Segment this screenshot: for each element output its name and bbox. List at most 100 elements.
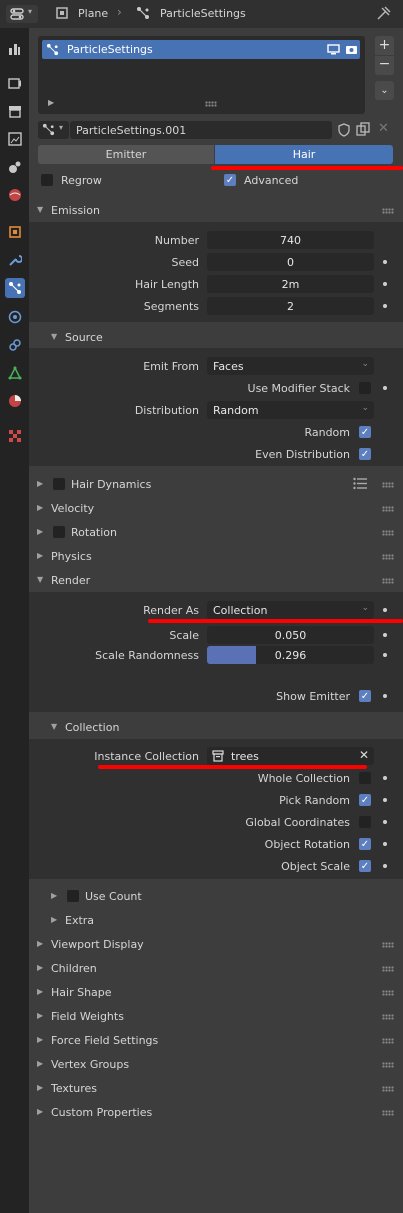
- use-count-subpanel-header[interactable]: ▶ Use Count: [29, 885, 403, 907]
- segments-field[interactable]: 2: [207, 297, 374, 315]
- pick-random-checkbox[interactable]: ✓: [359, 794, 371, 806]
- force-field-settings-panel-header[interactable]: ▶ Force Field Settings: [29, 1029, 403, 1051]
- tab-hair[interactable]: Hair: [215, 145, 393, 164]
- tab-emitter[interactable]: Emitter: [38, 145, 214, 164]
- vertex-groups-panel-header[interactable]: ▶ Vertex Groups: [29, 1053, 403, 1075]
- tab-scene[interactable]: [5, 157, 25, 177]
- keyframe-dot-icon[interactable]: [383, 776, 387, 780]
- drag-grip-icon[interactable]: [382, 578, 394, 584]
- drag-grip-icon[interactable]: [382, 1086, 394, 1092]
- keyframe-dot-icon[interactable]: [383, 260, 387, 264]
- textures-panel-header[interactable]: ▶ Textures: [29, 1077, 403, 1099]
- tab-modifiers[interactable]: [5, 250, 25, 270]
- instance-collection-field[interactable]: trees ✕: [207, 747, 374, 765]
- random-checkbox[interactable]: ✓: [359, 426, 371, 438]
- global-coordinates-checkbox[interactable]: [359, 816, 371, 828]
- use-modifier-stack-checkbox[interactable]: [359, 382, 371, 394]
- children-panel-header[interactable]: ▶ Children: [29, 957, 403, 979]
- keyframe-dot-icon[interactable]: [383, 608, 387, 612]
- keyframe-dot-icon[interactable]: [383, 694, 387, 698]
- pin-icon[interactable]: [377, 6, 391, 20]
- emit-from-dropdown[interactable]: Faces ⌄: [207, 357, 374, 375]
- datablock-name-field[interactable]: ParticleSettings.001: [70, 121, 332, 139]
- rotation-checkbox[interactable]: [53, 526, 65, 538]
- list-expand-icon[interactable]: ▶: [48, 98, 54, 107]
- custom-properties-panel-header[interactable]: ▶ Custom Properties: [29, 1101, 403, 1123]
- hair-dynamics-checkbox[interactable]: [53, 478, 65, 490]
- tab-tool[interactable]: [5, 39, 25, 59]
- keyframe-dot-icon[interactable]: [383, 304, 387, 308]
- use-count-checkbox[interactable]: [67, 890, 79, 902]
- presets-list-icon[interactable]: [353, 477, 367, 490]
- drag-grip-icon[interactable]: [382, 554, 394, 560]
- keyframe-dot-icon[interactable]: [383, 864, 387, 868]
- tab-world[interactable]: [5, 185, 25, 205]
- velocity-panel-header[interactable]: ▶ Velocity: [29, 497, 403, 519]
- even-distribution-checkbox[interactable]: ✓: [359, 448, 371, 460]
- drag-grip-icon[interactable]: [382, 942, 394, 948]
- keyframe-dot-icon[interactable]: [383, 820, 387, 824]
- extra-subpanel-header[interactable]: ▶ Extra: [29, 909, 403, 931]
- regrow-checkbox[interactable]: [41, 174, 53, 186]
- add-particle-system-button[interactable]: +: [375, 36, 394, 55]
- advanced-checkbox[interactable]: ✓: [224, 174, 236, 186]
- tab-constraints[interactable]: [5, 335, 25, 355]
- drag-grip-icon[interactable]: [382, 482, 394, 488]
- keyframe-dot-icon[interactable]: [383, 633, 387, 637]
- tab-object[interactable]: [5, 222, 25, 242]
- tab-output[interactable]: [5, 101, 25, 121]
- hair-dynamics-panel-header[interactable]: ▶ Hair Dynamics: [29, 473, 403, 495]
- drag-grip-icon[interactable]: [382, 530, 394, 536]
- tab-texture[interactable]: [5, 426, 25, 446]
- render-as-dropdown[interactable]: Collection ⌄: [207, 601, 374, 619]
- drag-grip-icon[interactable]: [382, 208, 394, 214]
- tab-render[interactable]: [5, 73, 25, 93]
- particle-systems-list[interactable]: ParticleSettings ▶: [38, 36, 365, 114]
- rotation-panel-header[interactable]: ▶ Rotation: [29, 521, 403, 543]
- list-item[interactable]: ParticleSettings: [42, 40, 360, 59]
- tab-particles[interactable]: [5, 278, 25, 298]
- object-scale-checkbox[interactable]: ✓: [359, 860, 371, 872]
- tab-physics[interactable]: [5, 307, 25, 327]
- tab-view-layer[interactable]: [5, 129, 25, 149]
- remove-particle-system-button[interactable]: −: [375, 56, 394, 75]
- tab-material[interactable]: [5, 391, 25, 411]
- source-subpanel-header[interactable]: ▼ Source: [29, 326, 403, 347]
- clear-close-icon[interactable]: ✕: [359, 748, 369, 762]
- list-resize-grip-icon[interactable]: [205, 101, 217, 107]
- show-emitter-checkbox[interactable]: ✓: [359, 690, 371, 702]
- drag-grip-icon[interactable]: [382, 1038, 394, 1044]
- keyframe-dot-icon[interactable]: [383, 386, 387, 390]
- viewport-display-panel-header[interactable]: ▶ Viewport Display: [29, 933, 403, 955]
- emission-panel-header[interactable]: ▼ Emission: [29, 199, 403, 221]
- drag-grip-icon[interactable]: [382, 1110, 394, 1116]
- duplicate-icon[interactable]: [356, 122, 370, 136]
- keyframe-dot-icon[interactable]: [383, 653, 387, 657]
- monitor-icon[interactable]: [327, 43, 340, 56]
- physics-panel-header[interactable]: ▶ Physics: [29, 545, 403, 567]
- seed-field[interactable]: 0: [207, 253, 374, 271]
- camera-icon[interactable]: [345, 43, 358, 56]
- keyframe-dot-icon[interactable]: [383, 842, 387, 846]
- keyframe-dot-icon[interactable]: [383, 282, 387, 286]
- hair-shape-panel-header[interactable]: ▶ Hair Shape: [29, 981, 403, 1003]
- drag-grip-icon[interactable]: [382, 990, 394, 996]
- scale-field[interactable]: 0.050: [207, 626, 374, 644]
- drag-grip-icon[interactable]: [382, 506, 394, 512]
- hair-length-field[interactable]: 2m: [207, 275, 374, 293]
- datablock-browse-button[interactable]: ▾: [38, 121, 69, 139]
- collection-subpanel-header[interactable]: ▼ Collection: [29, 716, 403, 737]
- tab-data[interactable]: [5, 363, 25, 383]
- whole-collection-checkbox[interactable]: [359, 772, 371, 784]
- distribution-dropdown[interactable]: Random ⌄: [207, 401, 374, 419]
- number-field[interactable]: 740: [207, 231, 374, 249]
- fake-user-shield-icon[interactable]: [337, 123, 351, 137]
- scale-randomness-slider[interactable]: 0.296: [207, 646, 374, 664]
- unlink-close-icon[interactable]: ✕: [378, 121, 389, 136]
- drag-grip-icon[interactable]: [382, 966, 394, 972]
- drag-grip-icon[interactable]: [382, 1014, 394, 1020]
- editor-type-button[interactable]: ▾: [6, 5, 38, 23]
- field-weights-panel-header[interactable]: ▶ Field Weights: [29, 1005, 403, 1027]
- render-panel-header[interactable]: ▼ Render: [29, 569, 403, 591]
- object-rotation-checkbox[interactable]: ✓: [359, 838, 371, 850]
